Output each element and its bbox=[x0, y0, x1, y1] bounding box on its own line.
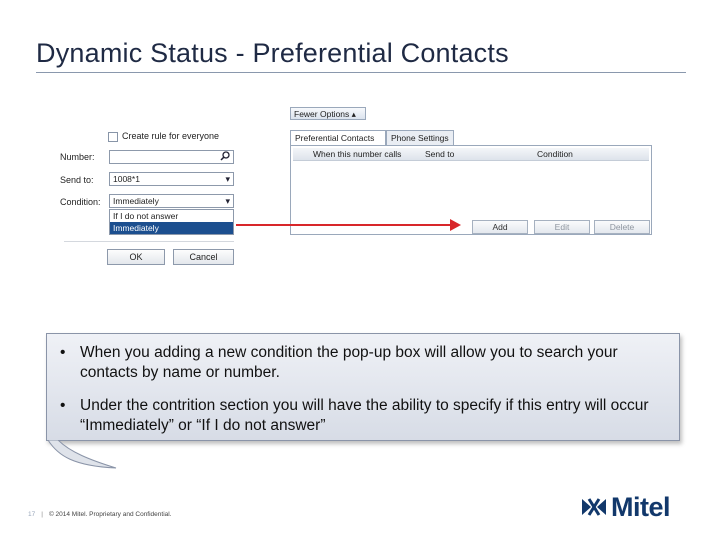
red-arrow-line bbox=[236, 224, 452, 226]
mitel-logo-icon bbox=[582, 498, 606, 516]
condition-select[interactable]: Immediately ▾ bbox=[109, 194, 234, 208]
tab-preferential-contacts[interactable]: Preferential Contacts bbox=[290, 130, 386, 146]
ok-button[interactable]: OK bbox=[107, 249, 165, 265]
footer-separator: | bbox=[41, 511, 43, 518]
add-button[interactable]: Add bbox=[472, 220, 528, 234]
dialog-screenshot: Fewer Options ▴ Create rule for everyone… bbox=[58, 100, 658, 280]
column-header-condition[interactable]: Condition bbox=[497, 148, 649, 161]
page-title: Dynamic Status - Preferential Contacts bbox=[36, 38, 509, 68]
mitel-logo: Mitel bbox=[580, 491, 671, 522]
tab-phone-settings[interactable]: Phone Settings bbox=[386, 130, 454, 145]
send-to-label: Send to: bbox=[60, 175, 94, 185]
search-icon[interactable] bbox=[220, 151, 230, 164]
send-to-select[interactable]: 1008*1 ▾ bbox=[109, 172, 234, 186]
delete-button[interactable]: Delete bbox=[594, 220, 650, 234]
number-input[interactable] bbox=[109, 150, 234, 164]
column-header-number[interactable]: When this number calls bbox=[293, 148, 417, 161]
column-header-send-to[interactable]: Send to bbox=[417, 148, 497, 161]
form-separator bbox=[64, 241, 234, 242]
title-divider bbox=[36, 72, 686, 73]
chevron-down-icon[interactable]: ▾ bbox=[225, 195, 230, 207]
send-to-value: 1008*1 bbox=[113, 174, 140, 184]
condition-value: Immediately bbox=[113, 196, 159, 206]
edit-button[interactable]: Edit bbox=[534, 220, 590, 234]
create-rule-label: Create rule for everyone bbox=[122, 131, 220, 141]
create-rule-checkbox[interactable] bbox=[108, 131, 118, 142]
condition-label: Condition: bbox=[60, 197, 101, 207]
arrow-head-icon bbox=[450, 219, 461, 231]
page-number: 17 bbox=[28, 511, 36, 518]
chevron-down-icon[interactable]: ▾ bbox=[225, 173, 230, 185]
condition-dropdown-list: If I do not answer Immediately bbox=[109, 209, 234, 235]
bullet-item: Under the contrition section you will ha… bbox=[56, 396, 676, 436]
cancel-button[interactable]: Cancel bbox=[173, 249, 234, 265]
mitel-logo-text: Mitel bbox=[611, 491, 671, 522]
fewer-options-button[interactable]: Fewer Options ▴ bbox=[290, 107, 366, 120]
callout-bullets: When you adding a new condition the pop-… bbox=[56, 343, 676, 449]
copyright-text: © 2014 Mitel. Proprietary and Confidenti… bbox=[48, 511, 172, 518]
footer: 17 | © 2014 Mitel. Proprietary and Confide… bbox=[28, 511, 172, 518]
condition-option-immediately[interactable]: Immediately bbox=[110, 222, 233, 234]
create-rule-option[interactable]: Create rule for everyone bbox=[108, 131, 219, 142]
bullet-item: When you adding a new condition the pop-… bbox=[56, 343, 676, 383]
number-label: Number: bbox=[60, 152, 95, 162]
condition-option-no-answer[interactable]: If I do not answer bbox=[110, 210, 233, 222]
